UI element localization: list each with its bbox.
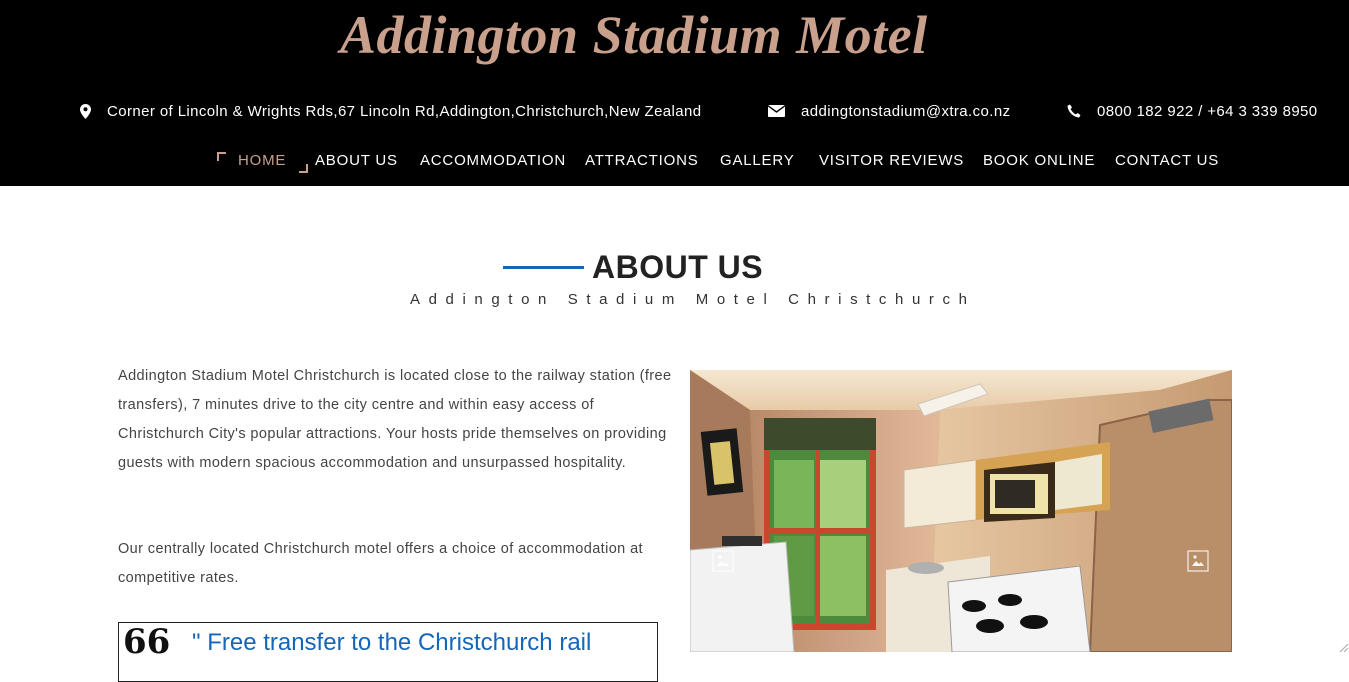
contact-email[interactable]: addingtonstadium@xtra.co.nz [768,100,1010,122]
nav-gallery[interactable]: GALLERY [720,152,795,169]
main-navigation: HOME ABOUT US ACCOMMODATION ATTRACTIONS … [0,148,1349,176]
site-header: Addington Stadium Motel Corner of Lincol… [0,0,1349,186]
section-subtitle: Addington Stadium Motel Christchurch [410,291,976,308]
phone-icon [1067,104,1081,118]
about-paragraph-2: Our centrally located Christchurch motel… [118,541,643,586]
nav-book-online[interactable]: BOOK ONLINE [983,152,1095,169]
about-paragraph-1: Addington Stadium Motel Christchurch is … [118,368,672,471]
map-marker-icon [80,103,91,119]
title-accent-line [503,266,584,269]
resize-grip-icon[interactable] [1337,640,1349,653]
active-bracket-right [299,164,308,173]
gallery-next-icon[interactable] [1187,550,1209,572]
site-logo[interactable]: Addington Stadium Motel [340,2,980,68]
gallery-image [690,370,1232,652]
section-title: ABOUT US [592,249,764,285]
nav-about-us[interactable]: ABOUT US [315,152,398,169]
quote-text: " Free transfer to the Christchurch rail [192,629,592,656]
nav-attractions[interactable]: ATTRACTIONS [585,152,699,169]
address-text: Corner of Lincoln & Wrights Rds,67 Linco… [107,102,702,120]
envelope-icon [768,105,785,117]
contact-address: Corner of Lincoln & Wrights Rds,67 Linco… [80,100,702,122]
quote-mark-icon: 66 [123,622,171,662]
active-bracket-left [217,152,226,161]
email-link[interactable]: addingtonstadium@xtra.co.nz [801,103,1010,120]
nav-visitor-reviews[interactable]: VISITOR REVIEWS [819,152,964,169]
nav-contact-us[interactable]: CONTACT US [1115,152,1219,169]
nav-accommodation[interactable]: ACCOMMODATION [420,152,566,169]
gallery-prev-icon[interactable] [712,550,734,572]
phone-number[interactable]: 0800 182 922 / +64 3 339 8950 [1097,103,1318,120]
quote-box: 66 " Free transfer to the Christchurch r… [118,622,658,682]
contact-phone[interactable]: 0800 182 922 / +64 3 339 8950 [1067,100,1318,122]
nav-home[interactable]: HOME [238,152,286,169]
